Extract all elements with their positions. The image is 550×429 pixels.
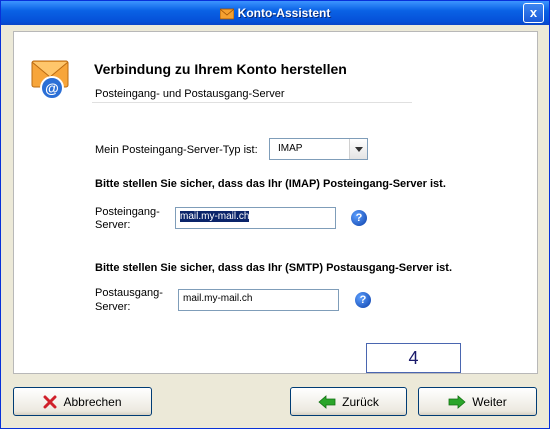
incoming-label-line1: Posteingang- xyxy=(95,206,160,218)
header-divider xyxy=(92,102,412,103)
arrow-left-icon xyxy=(318,395,336,409)
back-button-label: Zurück xyxy=(342,395,379,409)
server-type-select[interactable]: IMAP xyxy=(269,138,368,160)
outgoing-label-line1: Postausgang- xyxy=(95,287,163,299)
outgoing-server-input[interactable]: mail.my-mail.ch xyxy=(178,289,339,311)
next-button[interactable]: Weiter xyxy=(418,387,537,416)
page-title: Verbindung zu Ihrem Konto herstellen xyxy=(94,61,347,77)
incoming-server-input[interactable]: mail.my-mail.ch xyxy=(175,207,336,229)
cancel-x-icon xyxy=(43,395,57,409)
server-type-value: IMAP xyxy=(278,143,303,154)
content-panel: @ Verbindung zu Ihrem Konto herstellen P… xyxy=(13,31,538,374)
incoming-label-line2: Server: xyxy=(95,219,131,231)
outgoing-label-line2: Server: xyxy=(95,301,131,313)
cancel-button[interactable]: Abbrechen xyxy=(13,387,152,416)
page-subtitle: Posteingang- und Postausgang-Server xyxy=(95,88,285,100)
mail-icon xyxy=(219,8,234,20)
next-button-label: Weiter xyxy=(472,395,507,409)
title-bar[interactable]: Konto-Assistent x xyxy=(1,1,549,25)
svg-text:@: @ xyxy=(45,80,59,96)
incoming-server-value: mail.my-mail.ch xyxy=(180,211,250,222)
step-counter: 4 xyxy=(366,343,461,373)
back-button[interactable]: Zurück xyxy=(290,387,407,416)
cancel-button-label: Abbrechen xyxy=(63,395,122,409)
close-icon: x xyxy=(529,5,538,20)
back-button-content: Zurück xyxy=(291,395,406,409)
chevron-down-icon[interactable] xyxy=(349,139,367,159)
mail-envelope-icon: @ xyxy=(31,60,69,100)
outgoing-server-value: mail.my-mail.ch xyxy=(183,293,253,304)
incoming-instruction: Bitte stellen Sie sicher, dass das Ihr (… xyxy=(95,178,446,190)
outgoing-help-icon[interactable]: ? xyxy=(355,292,371,308)
window-title: Konto-Assistent xyxy=(237,6,331,20)
arrow-right-icon xyxy=(448,395,466,409)
outgoing-instruction: Bitte stellen Sie sicher, dass das Ihr (… xyxy=(95,262,453,274)
window-title-wrap: Konto-Assistent xyxy=(1,6,549,20)
cancel-button-content: Abbrechen xyxy=(14,395,151,409)
close-button[interactable]: x xyxy=(523,3,544,23)
server-type-label: Mein Posteingang-Server-Typ ist: xyxy=(95,144,258,156)
incoming-help-icon[interactable]: ? xyxy=(351,210,367,226)
wizard-window: Konto-Assistent x @ Verbindung zu Ihrem … xyxy=(0,0,550,429)
next-button-content: Weiter xyxy=(419,395,536,409)
